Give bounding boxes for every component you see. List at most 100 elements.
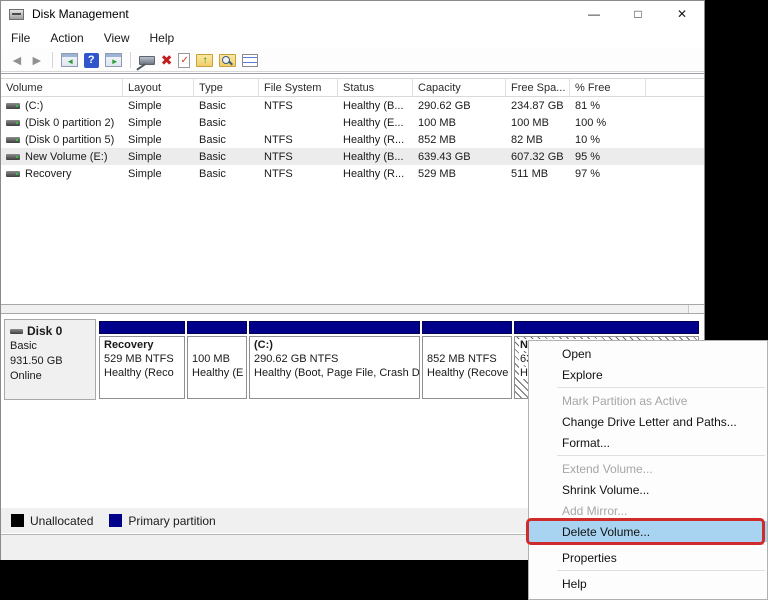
primary-partition-color-swatch: [109, 514, 122, 527]
volume-name: (Disk 0 partition 2): [25, 117, 114, 129]
column-header-capacity[interactable]: Capacity: [413, 79, 506, 96]
toolbar-separator: [130, 52, 131, 68]
partition-size: 852 MB NTFS: [427, 352, 507, 366]
cell-fs: NTFS: [259, 165, 338, 182]
volume-icon: [6, 120, 20, 126]
back-icon[interactable]: ◄: [10, 53, 24, 67]
unallocated-color-swatch: [11, 514, 24, 527]
column-header-filesystem[interactable]: File System: [259, 79, 338, 96]
context-menu-item-mark-partition-active: Mark Partition as Active: [529, 390, 767, 411]
volume-name: (C:): [25, 100, 43, 112]
partition-recovery[interactable]: Recovery 529 MB NTFS Healthy (Reco: [99, 321, 185, 399]
cell-pctfree: 10 %: [570, 131, 646, 148]
column-header-status[interactable]: Status: [338, 79, 413, 96]
partition-system-100mb[interactable]: 100 MB Healthy (E: [187, 321, 247, 399]
explore-folder-icon[interactable]: [219, 54, 236, 67]
cell-capacity: 290.62 GB: [413, 97, 506, 114]
volume-icon: [6, 137, 20, 143]
delete-icon[interactable]: ✖: [161, 53, 173, 67]
partition-status: Healthy (Recove: [427, 366, 507, 380]
context-menu-item-explore[interactable]: Explore: [529, 364, 767, 385]
pane-splitter[interactable]: [1, 304, 704, 314]
menu-separator: [557, 544, 765, 545]
partition-852mb[interactable]: 852 MB NTFS Healthy (Recove: [422, 321, 512, 399]
menu-view[interactable]: View: [94, 28, 140, 48]
context-menu-item-add-mirror: Add Mirror...: [529, 500, 767, 521]
cell-layout: Simple: [123, 165, 194, 182]
context-menu-item-open[interactable]: Open: [529, 343, 767, 364]
cell-fs: [259, 114, 338, 131]
table-row-selected[interactable]: New Volume (E:) Simple Basic NTFS Health…: [1, 148, 704, 165]
help-icon[interactable]: ?: [84, 53, 99, 68]
cell-capacity: 852 MB: [413, 131, 506, 148]
disk0-label-panel[interactable]: Disk 0 Basic 931.50 GB Online: [4, 319, 96, 400]
open-folder-icon[interactable]: [196, 54, 213, 67]
cell-capacity: 639.43 GB: [413, 148, 506, 165]
disk-status: Online: [10, 369, 90, 384]
column-header-volume[interactable]: Volume: [1, 79, 123, 96]
cell-capacity: 100 MB: [413, 114, 506, 131]
legend-item: Primary partition: [109, 514, 215, 528]
minimize-button[interactable]: —: [572, 1, 616, 27]
context-menu-item-help[interactable]: Help: [529, 573, 767, 594]
table-row[interactable]: (C:) Simple Basic NTFS Healthy (B... 290…: [1, 97, 704, 114]
context-menu-item-format[interactable]: Format...: [529, 432, 767, 453]
show-console-tree-icon[interactable]: ◄: [61, 53, 78, 67]
menu-action[interactable]: Action: [40, 28, 93, 48]
drive-tool-icon[interactable]: [139, 56, 155, 65]
partition-color-band: [514, 321, 699, 334]
details-list-icon[interactable]: [242, 54, 258, 67]
menu-separator: [557, 570, 765, 571]
menu-help[interactable]: Help: [140, 28, 185, 48]
menu-file[interactable]: File: [1, 28, 40, 48]
partition-color-band: [422, 321, 512, 334]
column-header-filler: [646, 79, 704, 96]
cell-status: Healthy (R...: [338, 165, 413, 182]
maximize-button[interactable]: □: [616, 1, 660, 27]
cell-status: Healthy (B...: [338, 148, 413, 165]
volume-icon: [6, 103, 20, 109]
partition-name: [192, 338, 242, 352]
forward-icon[interactable]: ►: [30, 53, 44, 67]
table-row[interactable]: (Disk 0 partition 2) Simple Basic Health…: [1, 114, 704, 131]
table-row[interactable]: Recovery Simple Basic NTFS Healthy (R...…: [1, 165, 704, 182]
partition-status: Healthy (E: [192, 366, 242, 380]
cell-fs: NTFS: [259, 131, 338, 148]
column-header-layout[interactable]: Layout: [123, 79, 194, 96]
cell-layout: Simple: [123, 97, 194, 114]
show-action-pane-icon[interactable]: ►: [105, 53, 122, 67]
column-header-type[interactable]: Type: [194, 79, 259, 96]
cell-status: Healthy (R...: [338, 131, 413, 148]
column-header-freespace[interactable]: Free Spa...: [506, 79, 570, 96]
column-header-pctfree[interactable]: % Free: [570, 79, 646, 96]
volume-icon: [6, 154, 20, 160]
volume-name: (Disk 0 partition 5): [25, 134, 114, 146]
partition-color-band: [249, 321, 420, 334]
cell-fs: NTFS: [259, 148, 338, 165]
close-button[interactable]: ✕: [660, 1, 704, 27]
toolbar-separator: [52, 52, 53, 68]
cell-layout: Simple: [123, 148, 194, 165]
context-menu-item-extend-volume: Extend Volume...: [529, 458, 767, 479]
window-title: Disk Management: [32, 7, 129, 21]
table-row[interactable]: (Disk 0 partition 5) Simple Basic NTFS H…: [1, 131, 704, 148]
cell-capacity: 529 MB: [413, 165, 506, 182]
partition-size: 290.62 GB NTFS: [254, 352, 415, 366]
menu-separator: [557, 387, 765, 388]
partition-name: Recovery: [104, 338, 180, 352]
context-menu-item-change-drive-letter[interactable]: Change Drive Letter and Paths...: [529, 411, 767, 432]
check-document-icon[interactable]: [178, 53, 190, 68]
cell-pctfree: 97 %: [570, 165, 646, 182]
cell-type: Basic: [194, 97, 259, 114]
partition-size: 529 MB NTFS: [104, 352, 180, 366]
volume-list-header: Volume Layout Type File System Status Ca…: [1, 78, 704, 97]
context-menu-item-shrink-volume[interactable]: Shrink Volume...: [529, 479, 767, 500]
partition-c[interactable]: (C:) 290.62 GB NTFS Healthy (Boot, Page …: [249, 321, 420, 399]
window-controls: — □ ✕: [572, 1, 704, 27]
partition-name: [427, 338, 507, 352]
titlebar: Disk Management — □ ✕: [1, 1, 704, 27]
context-menu: Open Explore Mark Partition as Active Ch…: [528, 340, 768, 600]
context-menu-item-delete-volume[interactable]: Delete Volume...: [529, 521, 767, 542]
context-menu-item-properties[interactable]: Properties: [529, 547, 767, 568]
disk-icon: [10, 329, 23, 334]
